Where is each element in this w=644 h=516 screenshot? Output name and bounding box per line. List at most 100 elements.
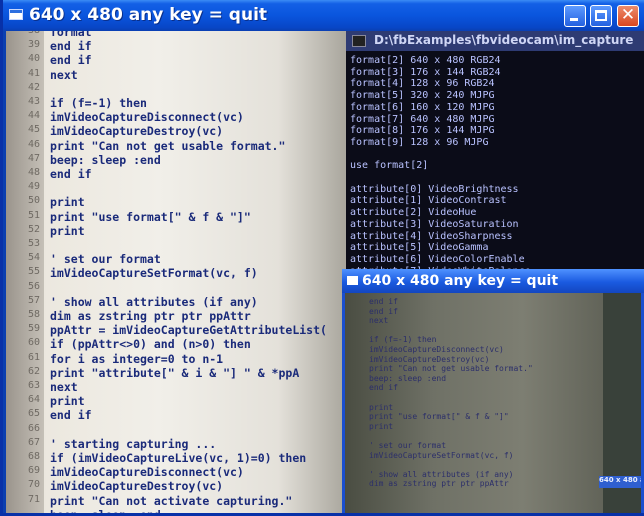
console-title-bar: D:\fbExamples\fbvideocam\im_capture (346, 31, 644, 51)
code-line: print "attribute[" & i & "] " & *ppA (50, 365, 300, 380)
console-line: attribute[6] VideoColorEnable (350, 253, 525, 265)
close-icon: ✕ (620, 5, 636, 25)
code-line: end if (50, 53, 92, 68)
console-line: format[7] 640 x 480 MJPG (350, 113, 495, 125)
line-number: 50 (27, 195, 40, 207)
nested-code-line: print (369, 421, 394, 431)
line-number: 57 (27, 294, 40, 306)
code-line: next (50, 67, 78, 82)
nested-capture-window: 640 x 480 any key = quit dim as zstring … (342, 269, 644, 513)
nested-code-line: if (f=-1) then (369, 335, 437, 345)
line-number: 40 (27, 53, 40, 65)
line-number: 47 (27, 152, 40, 164)
capture-window: 640 x 480 any key = quit ✕ 3839 40 41 42 43 4… (0, 0, 644, 516)
code-line: ' show all attributes (if any) (50, 294, 258, 309)
maximize-button[interactable] (590, 5, 612, 27)
line-number: 70 (27, 479, 40, 491)
console-title: D:\fbExamples\fbvideocam\im_capture (374, 33, 634, 47)
code-line: imVideoCaptureDisconnect(vc) (50, 110, 244, 125)
line-number: 48 (27, 167, 40, 178)
nested-code-line: next (369, 316, 389, 326)
line-number: 53 (27, 238, 40, 249)
nested-title-bar: 640 x 480 any key = quit (342, 269, 644, 293)
line-number: 52 (27, 223, 40, 235)
code-line: end if (50, 39, 92, 54)
line-number: 45 (27, 124, 40, 136)
nested-code-line: beep: sleep :end (369, 373, 447, 383)
line-number: 68 (27, 451, 40, 462)
line-number: 60 (27, 337, 40, 349)
code-line: imVideoCaptureDestroy(vc) (50, 124, 224, 139)
line-number: 51 (27, 209, 40, 221)
line-number: 64 (27, 394, 40, 406)
console-line: format[8] 176 x 144 MJPG (350, 125, 495, 137)
code-line: print "Can not activate capturing." (50, 493, 293, 508)
console-line: attribute[1] VideoContrast (350, 195, 507, 207)
window-icon[interactable] (9, 9, 23, 20)
code-listing-photo: 3839 40 41 42 43 44 45 46 47 48 49 50 51 52 53 54 55 56 57… (6, 31, 346, 513)
code-line: print "use format[" & f & "]" (50, 209, 251, 224)
console-line: format[2] 640 x 480 RGB24 (350, 55, 501, 66)
code-line: if (f=-1) then (50, 96, 147, 110)
code-line: ppAttr = imVideoCaptureGetAttributeList( (50, 323, 327, 338)
code-line: for i as integer=0 to n-1 (50, 351, 224, 366)
line-number: 55 (27, 266, 40, 278)
console-line: format[4] 128 x 96 RGB24 (350, 78, 495, 90)
title-bar[interactable]: 640 x 480 any key = quit ✕ (3, 0, 644, 31)
video-frame: 3839 40 41 42 43 44 45 46 47 48 49 50 51 52 53 54 55 56 57… (6, 31, 644, 513)
nested-code-line: print (369, 402, 394, 412)
minimize-icon (570, 18, 578, 21)
code-line: end if (50, 408, 92, 423)
code-line: end if (50, 167, 92, 181)
line-number: 46 (27, 138, 40, 150)
line-number: 63 (27, 380, 40, 391)
nested-code-line: print "Can not get usable format." (369, 364, 533, 374)
line-number: 56 (27, 280, 40, 292)
code-line: format (50, 31, 92, 39)
console-line: format[6] 160 x 120 MJPG (350, 101, 495, 113)
nested-code-line: end if (369, 297, 398, 306)
line-number: 41 (27, 67, 40, 79)
nested-code-line: imVideoCaptureSetFormat(vc, f) (369, 450, 514, 460)
code-line: imVideoCaptureDisconnect(vc) (50, 465, 244, 480)
code-line: beep: sleep :end (50, 508, 161, 513)
console-line: attribute[5] VideoGamma (350, 242, 489, 254)
console-line: attribute[2] VideoHue (350, 207, 477, 219)
nested-code-line: end if (369, 383, 398, 393)
code-line: imVideoCaptureDestroy(vc) (50, 479, 224, 494)
window-title: 640 x 480 any key = quit (29, 5, 268, 25)
nested-code-line: dim as zstring ptr ptr ppAttr (369, 479, 509, 489)
line-number: 59 (27, 323, 40, 335)
line-number: 58 (27, 309, 40, 320)
console-line: attribute[3] VideoSaturation (350, 218, 519, 230)
code-line: ' set our format (50, 252, 161, 267)
line-number: 66 (27, 422, 40, 434)
code-line: print (50, 195, 85, 210)
console-line: format[5] 320 x 240 MJPG (350, 90, 495, 102)
code-line: next (50, 380, 78, 394)
nested-code-line: print "use format[" & f & "]" (369, 412, 509, 422)
nested-code-line: ' show all attributes (if any) (369, 469, 514, 479)
line-number: 67 (27, 436, 40, 448)
nested-window-title: 640 x 480 any key = quit (362, 273, 559, 289)
minimize-button[interactable] (564, 5, 586, 27)
line-number-gutter: 3839 40 41 42 43 44 45 46 47 48 49 50 51 52 53 54 55 56 57… (6, 31, 44, 513)
nested-code-line: end if (369, 306, 398, 316)
code-line: beep: sleep :end (50, 152, 161, 167)
code-line: print (50, 223, 85, 238)
console-line: use format[2] (350, 160, 429, 172)
line-number: 44 (27, 110, 40, 122)
line-number: 71 (27, 493, 40, 505)
console-line: format[3] 176 x 144 RGB24 (350, 66, 501, 78)
nested-code-line: imVideoCaptureDestroy(vc) (369, 354, 490, 364)
console-window: D:\fbExamples\fbvideocam\im_capture form… (346, 31, 644, 271)
line-number: 38 (8, 31, 40, 39)
close-button[interactable]: ✕ (617, 5, 639, 27)
line-number: 39 (27, 39, 40, 51)
code-line: if (imVideoCaptureLive(vc, 1)=0) then (50, 451, 307, 465)
console-line: attribute[0] VideoBrightness (350, 183, 519, 195)
code-line: print "Can not get usable format." (50, 138, 286, 153)
code-line: ' starting capturing ... (50, 436, 217, 451)
nested-code-line: imVideoCaptureDisconnect(vc) (369, 345, 504, 354)
code-line: print (50, 394, 85, 409)
